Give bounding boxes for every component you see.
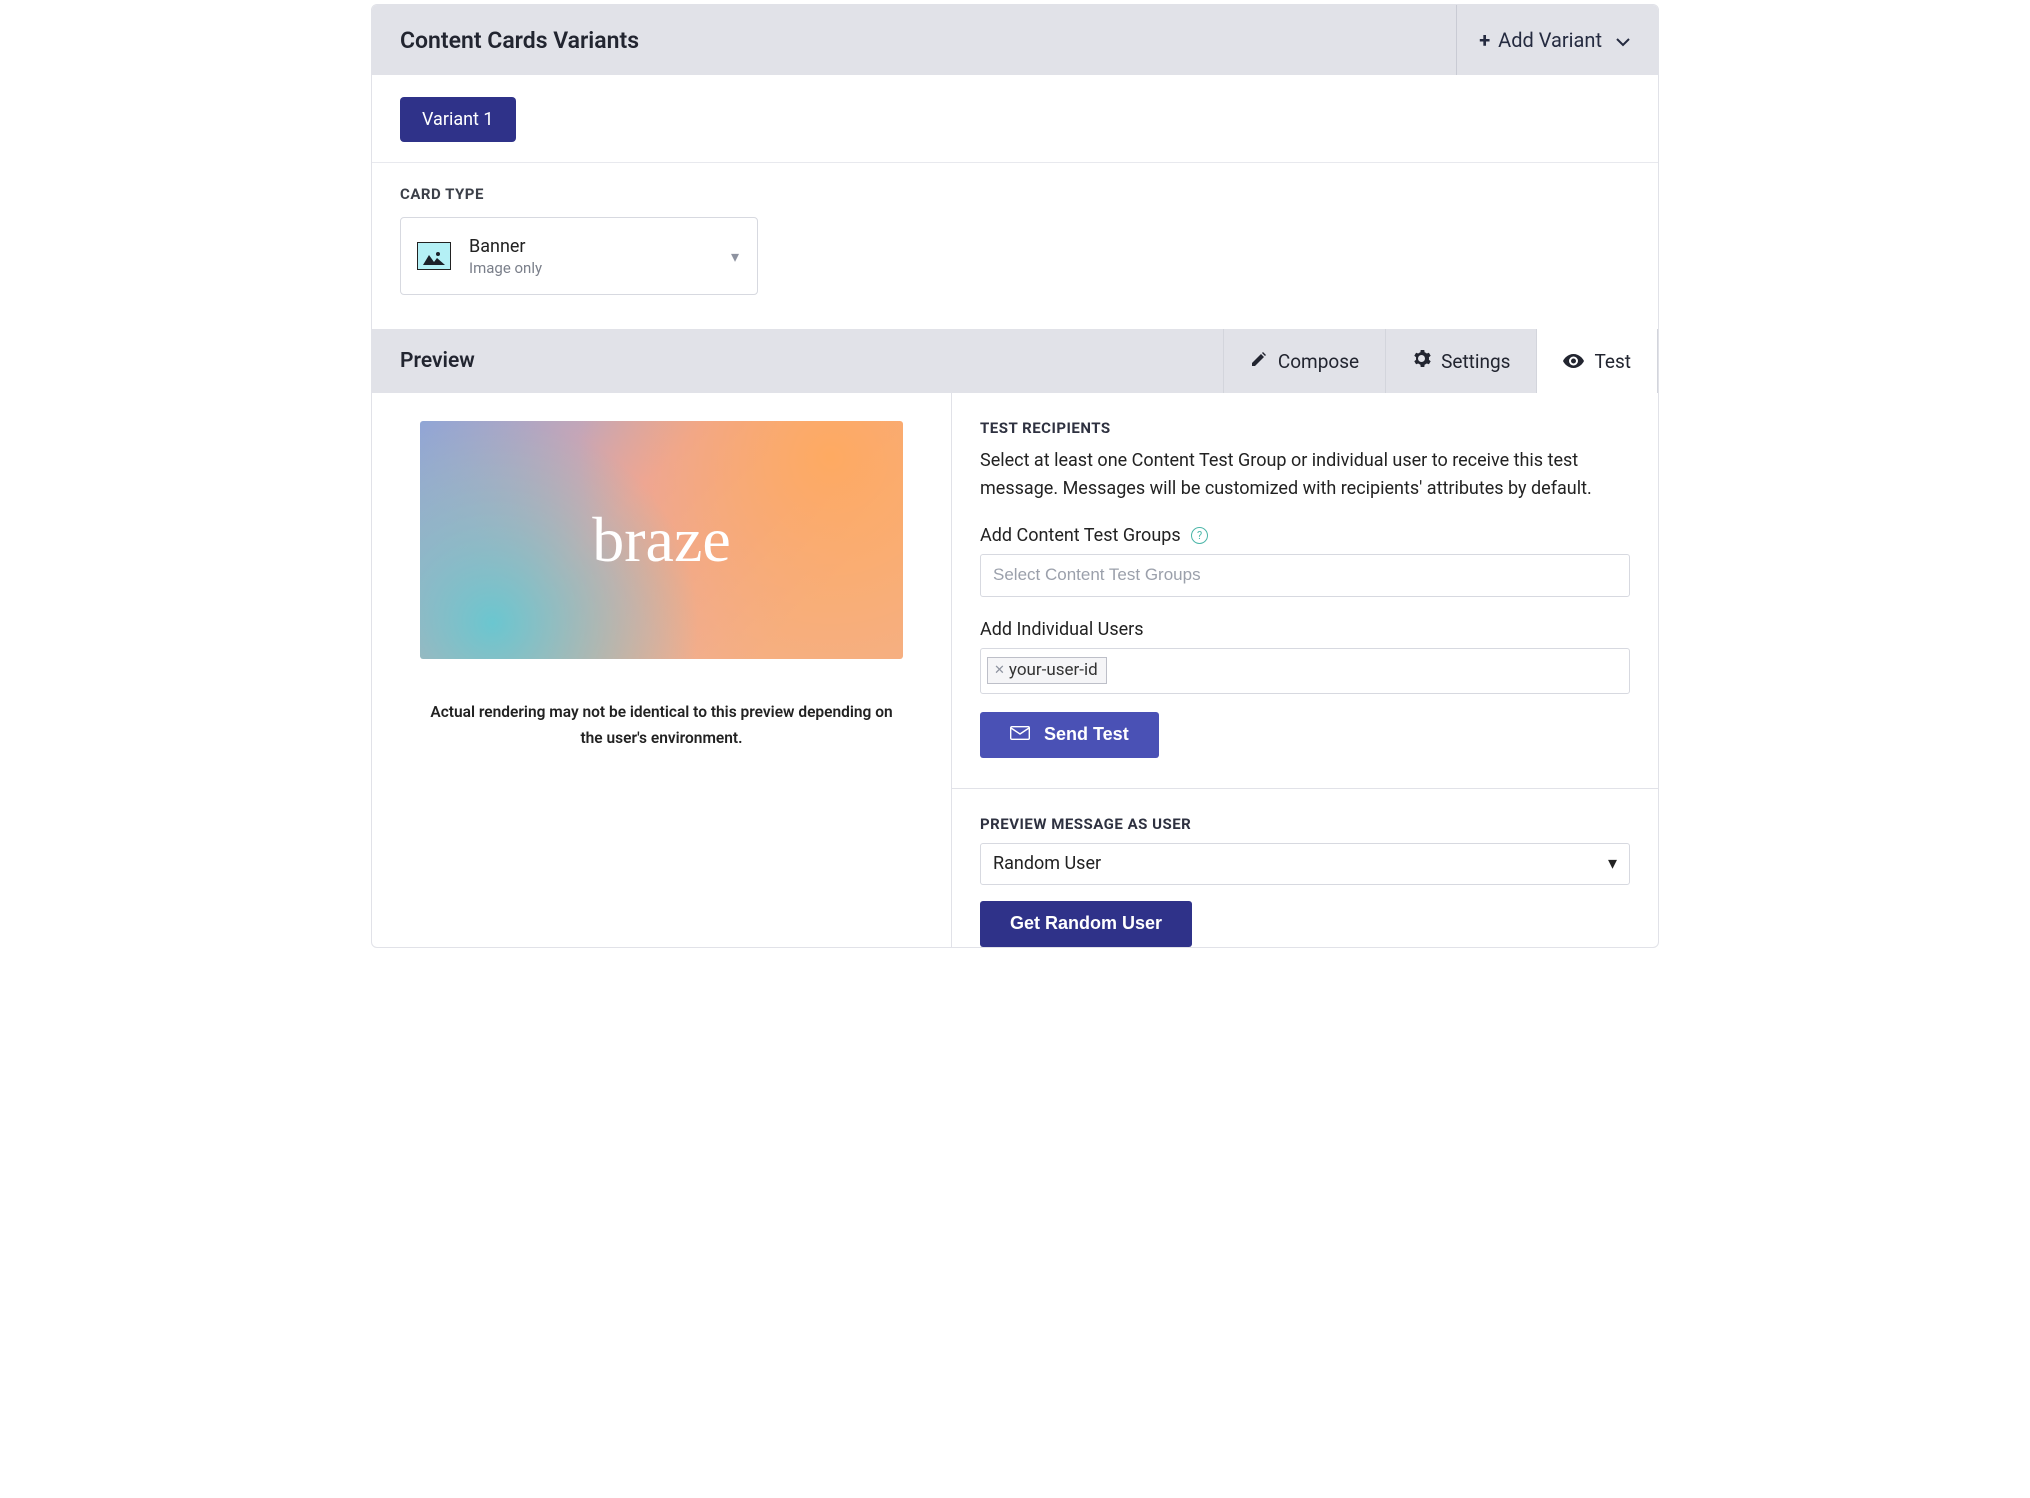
tab-test[interactable]: Test [1536, 329, 1658, 393]
get-random-user-label: Get Random User [1010, 913, 1162, 934]
content-test-groups-input[interactable] [980, 554, 1630, 597]
card-type-subtitle: Image only [469, 259, 542, 277]
card-type-title: Banner [469, 236, 542, 257]
caret-down-icon: ▾ [731, 247, 739, 266]
individual-users-label: Add Individual Users [980, 619, 1630, 640]
tab-settings[interactable]: Settings [1385, 329, 1536, 393]
user-id-tag[interactable]: ✕ your-user-id [987, 657, 1107, 684]
send-test-label: Send Test [1044, 724, 1129, 745]
variant-tab-1[interactable]: Variant 1 [400, 97, 516, 142]
tab-compose[interactable]: Compose [1223, 329, 1385, 393]
divider [952, 788, 1658, 789]
tab-label: Settings [1441, 350, 1510, 373]
remove-tag-icon[interactable]: ✕ [994, 663, 1005, 678]
help-icon[interactable]: ? [1191, 527, 1208, 544]
eye-icon [1563, 350, 1584, 373]
card-type-select[interactable]: Banner Image only ▾ [400, 217, 758, 295]
page-title: Content Cards Variants [400, 27, 639, 54]
preview-caption: Actual rendering may not be identical to… [420, 699, 903, 752]
caret-down-icon: ▾ [1608, 853, 1617, 874]
tab-label: Test [1594, 350, 1631, 373]
add-variant-label: Add Variant [1498, 28, 1602, 52]
card-type-heading: CARD TYPE [400, 185, 1630, 203]
envelope-icon [1010, 724, 1030, 745]
tab-label: Compose [1278, 350, 1359, 373]
add-variant-button[interactable]: + Add Variant [1456, 5, 1630, 75]
preview-as-user-heading: PREVIEW MESSAGE AS USER [980, 815, 1630, 833]
get-random-user-button[interactable]: Get Random User [980, 901, 1192, 947]
preview-user-select[interactable]: Random User ▾ [980, 843, 1630, 885]
send-test-button[interactable]: Send Test [980, 712, 1159, 758]
preview-user-value: Random User [993, 853, 1101, 874]
chevron-down-icon [1616, 28, 1630, 52]
plus-icon: + [1479, 28, 1490, 52]
preview-banner-image: braze [420, 421, 903, 659]
pencil-icon [1250, 350, 1268, 373]
gear-icon [1412, 349, 1431, 373]
image-icon [417, 242, 451, 270]
test-recipients-heading: TEST RECIPIENTS [980, 419, 1630, 437]
individual-users-input[interactable]: ✕ your-user-id [980, 648, 1630, 694]
user-id-tag-text: your-user-id [1009, 660, 1098, 680]
preview-heading: Preview [372, 329, 503, 393]
banner-logo-text: braze [592, 503, 731, 577]
test-recipients-description: Select at least one Content Test Group o… [980, 447, 1630, 503]
content-test-groups-label: Add Content Test Groups ? [980, 525, 1630, 546]
